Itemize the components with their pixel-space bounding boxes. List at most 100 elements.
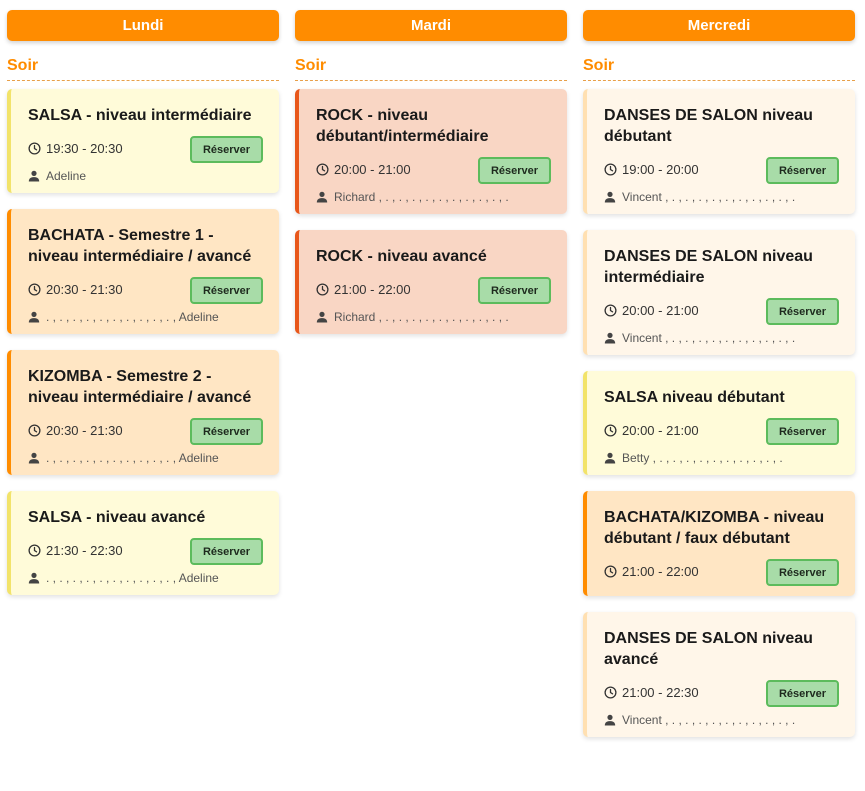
- clock-icon: [604, 304, 617, 317]
- reserve-button[interactable]: Réserver: [766, 559, 839, 586]
- reserve-button[interactable]: Réserver: [190, 538, 263, 565]
- teacher-text: Betty , . , . , . , . , . , . , . , . , …: [622, 451, 783, 465]
- teacher-text: Richard , . , . , . , . , . , . , . , . …: [334, 310, 509, 324]
- time-text: 21:00 - 22:00: [334, 282, 411, 297]
- class-title: ROCK - niveau débutant/intermédiaire: [316, 107, 489, 145]
- person-icon: [316, 311, 328, 323]
- reserve-button[interactable]: Réserver: [478, 277, 551, 304]
- class-card: BACHATA - Semestre 1 - niveau intermédia…: [7, 209, 279, 334]
- teacher-text: . , . , . , . , . , . , . , . , . , . , …: [46, 451, 219, 465]
- time-text: 19:30 - 20:30: [46, 141, 123, 156]
- clock-icon: [316, 163, 329, 176]
- time-text: 20:30 - 21:30: [46, 423, 123, 438]
- clock-icon: [316, 283, 329, 296]
- class-teachers: . , . , . , . , . , . , . , . , . , . , …: [28, 451, 263, 465]
- person-icon: [604, 714, 616, 726]
- reserve-button[interactable]: Réserver: [766, 680, 839, 707]
- time-text: 20:00 - 21:00: [622, 423, 699, 438]
- day-header: Mardi: [295, 10, 567, 41]
- class-time: 20:30 - 21:30: [28, 423, 123, 439]
- class-time: 20:30 - 21:30: [28, 282, 123, 298]
- clock-icon: [28, 142, 41, 155]
- person-icon: [28, 170, 40, 182]
- teacher-text: Vincent , . , . , . , . , . , . , . , . …: [622, 713, 796, 727]
- class-card: DANSES DE SALON niveau intermédiaire 20:…: [583, 230, 855, 355]
- class-time: 21:00 - 22:30: [604, 685, 699, 701]
- day-column-lundi: Lundi Soir SALSA - niveau intermédiaire …: [7, 10, 279, 753]
- reserve-button[interactable]: Réserver: [190, 277, 263, 304]
- class-time: 19:30 - 20:30: [28, 141, 123, 157]
- class-teachers: Richard , . , . , . , . , . , . , . , . …: [316, 190, 551, 204]
- reserve-button[interactable]: Réserver: [766, 418, 839, 445]
- class-card: SALSA - niveau avancé 21:30 - 22:30 Rése…: [7, 491, 279, 595]
- class-teachers: Betty , . , . , . , . , . , . , . , . , …: [604, 451, 839, 465]
- class-time: 20:00 - 21:00: [604, 303, 699, 319]
- clock-icon: [28, 424, 41, 437]
- class-card: ROCK - niveau débutant/intermédiaire 20:…: [295, 89, 567, 214]
- class-title: BACHATA - Semestre 1 - niveau intermédia…: [28, 227, 252, 265]
- class-time: 19:00 - 20:00: [604, 162, 699, 178]
- class-card: ROCK - niveau avancé 21:00 - 22:00 Réser…: [295, 230, 567, 334]
- reserve-button[interactable]: Réserver: [478, 157, 551, 184]
- class-teachers: . , . , . , . , . , . , . , . , . , . , …: [28, 571, 263, 585]
- person-icon: [604, 332, 616, 344]
- class-time: 21:00 - 22:00: [604, 564, 699, 580]
- section-title: Soir: [583, 57, 855, 81]
- time-text: 20:00 - 21:00: [622, 303, 699, 318]
- teacher-text: Richard , . , . , . , . , . , . , . , . …: [334, 190, 509, 204]
- time-text: 21:30 - 22:30: [46, 543, 123, 558]
- teacher-text: Adeline: [46, 169, 87, 183]
- class-title: BACHATA/KIZOMBA - niveau débutant / faux…: [604, 509, 825, 547]
- class-title: SALSA niveau débutant: [604, 389, 785, 406]
- time-text: 20:00 - 21:00: [334, 162, 411, 177]
- day-column-mercredi: Mercredi Soir DANSES DE SALON niveau déb…: [583, 10, 855, 753]
- person-icon: [604, 452, 616, 464]
- class-title: SALSA - niveau intermédiaire: [28, 107, 252, 124]
- class-card: DANSES DE SALON niveau avancé 21:00 - 22…: [583, 612, 855, 737]
- class-title: KIZOMBA - Semestre 2 - niveau intermédia…: [28, 368, 252, 406]
- class-time: 21:30 - 22:30: [28, 543, 123, 559]
- section-title: Soir: [295, 57, 567, 81]
- class-card: KIZOMBA - Semestre 2 - niveau intermédia…: [7, 350, 279, 475]
- person-icon: [28, 311, 40, 323]
- class-card: DANSES DE SALON niveau débutant 19:00 - …: [583, 89, 855, 214]
- person-icon: [28, 572, 40, 584]
- schedule-board: Lundi Soir SALSA - niveau intermédiaire …: [7, 10, 856, 753]
- reserve-button[interactable]: Réserver: [766, 298, 839, 325]
- teacher-text: . , . , . , . , . , . , . , . , . , . , …: [46, 310, 219, 324]
- time-text: 21:00 - 22:00: [622, 564, 699, 579]
- class-title: DANSES DE SALON niveau intermédiaire: [604, 248, 813, 286]
- clock-icon: [604, 686, 617, 699]
- person-icon: [28, 452, 40, 464]
- clock-icon: [604, 565, 617, 578]
- class-card: SALSA niveau débutant 20:00 - 21:00 Rése…: [583, 371, 855, 475]
- class-title: DANSES DE SALON niveau avancé: [604, 630, 813, 668]
- day-column-mardi: Mardi Soir ROCK - niveau débutant/interm…: [295, 10, 567, 753]
- class-title: DANSES DE SALON niveau débutant: [604, 107, 813, 145]
- section-title: Soir: [7, 57, 279, 81]
- reserve-button[interactable]: Réserver: [190, 136, 263, 163]
- reserve-button[interactable]: Réserver: [190, 418, 263, 445]
- clock-icon: [604, 163, 617, 176]
- person-icon: [604, 191, 616, 203]
- class-teachers: Vincent , . , . , . , . , . , . , . , . …: [604, 190, 839, 204]
- time-text: 19:00 - 20:00: [622, 162, 699, 177]
- day-header: Lundi: [7, 10, 279, 41]
- class-teachers: Richard , . , . , . , . , . , . , . , . …: [316, 310, 551, 324]
- day-header: Mercredi: [583, 10, 855, 41]
- class-time: 20:00 - 21:00: [604, 423, 699, 439]
- class-teachers: . , . , . , . , . , . , . , . , . , . , …: [28, 310, 263, 324]
- teacher-text: Vincent , . , . , . , . , . , . , . , . …: [622, 190, 796, 204]
- class-time: 21:00 - 22:00: [316, 282, 411, 298]
- time-text: 20:30 - 21:30: [46, 282, 123, 297]
- time-text: 21:00 - 22:30: [622, 685, 699, 700]
- teacher-text: Vincent , . , . , . , . , . , . , . , . …: [622, 331, 796, 345]
- clock-icon: [28, 544, 41, 557]
- reserve-button[interactable]: Réserver: [766, 157, 839, 184]
- class-title: ROCK - niveau avancé: [316, 248, 487, 265]
- class-card: BACHATA/KIZOMBA - niveau débutant / faux…: [583, 491, 855, 596]
- class-title: SALSA - niveau avancé: [28, 509, 206, 526]
- teacher-text: . , . , . , . , . , . , . , . , . , . , …: [46, 571, 219, 585]
- class-teachers: Vincent , . , . , . , . , . , . , . , . …: [604, 713, 839, 727]
- clock-icon: [604, 424, 617, 437]
